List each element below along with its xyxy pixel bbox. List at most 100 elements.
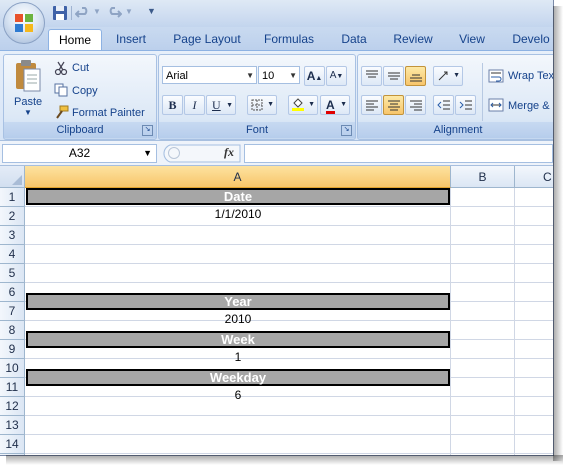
name-box[interactable]: A32 ▼ xyxy=(2,144,157,163)
clipboard-group: Paste ▼ Cut Copy Format Painter Clipboar… xyxy=(3,54,157,140)
cell-a8[interactable]: 2010 xyxy=(26,312,450,326)
align-right-button[interactable] xyxy=(405,95,426,115)
clipboard-launcher-icon[interactable]: ↘ xyxy=(142,125,153,136)
office-button[interactable] xyxy=(3,2,45,44)
align-middle-button[interactable] xyxy=(383,66,404,86)
tab-page-layout[interactable]: Page Layout xyxy=(168,29,246,50)
cell-a11[interactable]: Weekday xyxy=(26,369,450,386)
row-header[interactable]: 4 xyxy=(0,245,25,264)
excel-window: ▼ ▼ ▼ Home Insert Page Layout Formulas D… xyxy=(0,0,554,456)
row-header[interactable]: 6 xyxy=(0,283,25,302)
borders-dropdown-icon[interactable]: ▼ xyxy=(267,96,274,114)
window-shadow-bottom xyxy=(6,455,563,465)
merge-center-button[interactable]: Merge & xyxy=(508,100,550,112)
wrap-text-button[interactable]: Wrap Tex xyxy=(508,70,553,82)
font-name-combo[interactable]: Arial ▼ xyxy=(162,66,257,84)
row-header[interactable]: 3 xyxy=(0,226,25,245)
cell-a7[interactable]: Year xyxy=(26,293,450,310)
italic-button[interactable]: I xyxy=(184,95,205,115)
paste-button[interactable]: Paste xyxy=(14,96,42,108)
row-header[interactable]: 12 xyxy=(0,397,25,416)
tab-view[interactable]: View xyxy=(452,29,492,50)
font-launcher-icon[interactable]: ↘ xyxy=(341,125,352,136)
row-header[interactable]: 13 xyxy=(0,416,25,435)
resize-handle-icon[interactable] xyxy=(168,147,180,159)
align-top-icon xyxy=(366,70,378,78)
cut-icon[interactable] xyxy=(54,61,68,75)
copy-icon[interactable] xyxy=(54,83,69,97)
fill-color-button[interactable]: ▼ xyxy=(288,95,318,115)
align-top-button[interactable] xyxy=(361,66,382,86)
grow-font-button[interactable]: A▲ xyxy=(304,66,325,86)
cut-button[interactable]: Cut xyxy=(72,62,89,74)
shrink-font-button[interactable]: A▼ xyxy=(326,66,347,86)
align-left-button[interactable] xyxy=(361,95,382,115)
wrap-text-icon[interactable] xyxy=(488,69,504,83)
decrease-indent-button[interactable] xyxy=(433,95,454,115)
align-left-icon xyxy=(366,100,378,111)
name-box-dropdown-icon[interactable]: ▼ xyxy=(143,145,152,162)
save-icon[interactable] xyxy=(52,5,68,21)
format-painter-button[interactable]: Format Painter xyxy=(72,107,145,119)
row-header[interactable]: 2 xyxy=(0,207,25,226)
row-header[interactable]: 8 xyxy=(0,321,25,340)
undo-icon[interactable] xyxy=(75,5,91,21)
font-size-dropdown-icon[interactable]: ▼ xyxy=(289,67,297,85)
formula-input[interactable] xyxy=(244,144,553,163)
row-header[interactable]: 10 xyxy=(0,359,25,378)
column-header-b[interactable]: B xyxy=(451,166,515,188)
fill-color-dropdown-icon[interactable]: ▼ xyxy=(308,96,315,114)
tab-developer[interactable]: Develo xyxy=(506,29,553,50)
font-name-dropdown-icon[interactable]: ▼ xyxy=(246,67,254,85)
customize-qat-icon[interactable]: ▼ xyxy=(147,6,156,16)
copy-button[interactable]: Copy xyxy=(72,85,98,97)
font-color-dropdown-icon[interactable]: ▼ xyxy=(340,96,347,114)
orientation-button[interactable]: ▼ xyxy=(433,66,463,86)
font-size-combo[interactable]: 10 ▼ xyxy=(258,66,300,84)
column-header-a[interactable]: A xyxy=(25,166,451,188)
alignment-divider xyxy=(482,63,483,121)
formula-buttons: fx xyxy=(160,144,242,163)
align-bottom-button[interactable] xyxy=(405,66,426,86)
row-header[interactable]: 7 xyxy=(0,302,25,321)
row-header[interactable]: 14 xyxy=(0,435,25,454)
redo-dropdown-icon[interactable]: ▼ xyxy=(125,7,133,16)
cell-a9[interactable]: Week xyxy=(26,331,450,348)
undo-dropdown-icon[interactable]: ▼ xyxy=(93,7,101,16)
tab-insert[interactable]: Insert xyxy=(108,29,154,50)
insert-function-icon[interactable]: fx xyxy=(224,145,234,160)
merge-center-icon[interactable] xyxy=(488,98,504,112)
cell-a10[interactable]: 1 xyxy=(26,350,450,364)
borders-button[interactable]: ▼ xyxy=(247,95,277,115)
paste-dropdown-icon[interactable]: ▼ xyxy=(24,108,32,117)
row-header[interactable]: 1 xyxy=(0,188,25,207)
cell-a12[interactable]: 6 xyxy=(26,388,450,402)
tab-formulas[interactable]: Formulas xyxy=(258,29,320,50)
tab-data[interactable]: Data xyxy=(334,29,374,50)
underline-dropdown-icon[interactable]: ▼ xyxy=(226,96,233,114)
underline-label: U xyxy=(212,98,221,112)
ribbon-tabs: Home Insert Page Layout Formulas Data Re… xyxy=(0,27,553,52)
font-color-button[interactable]: A ▼ xyxy=(320,95,350,115)
row-header[interactable]: 9 xyxy=(0,340,25,359)
worksheet-grid[interactable]: A B C 123456789101112131415 Date 1/1/201… xyxy=(0,166,553,455)
office-logo-icon xyxy=(15,14,33,32)
tab-home[interactable]: Home xyxy=(48,29,102,52)
align-center-button[interactable] xyxy=(383,95,404,115)
underline-button[interactable]: U ▼ xyxy=(206,95,236,115)
bold-button[interactable]: B xyxy=(162,95,183,115)
paste-icon[interactable] xyxy=(14,59,42,93)
select-all-corner[interactable] xyxy=(0,166,25,188)
column-header-c[interactable]: C xyxy=(515,166,553,188)
increase-indent-button[interactable] xyxy=(455,95,476,115)
row-header[interactable]: 5 xyxy=(0,264,25,283)
shrink-arrow-icon: ▼ xyxy=(336,73,344,80)
format-painter-icon[interactable] xyxy=(54,105,69,119)
cell-a1[interactable]: Date xyxy=(26,188,450,205)
tab-review[interactable]: Review xyxy=(388,29,438,50)
cell-a2[interactable]: 1/1/2010 xyxy=(26,207,450,221)
orientation-dropdown-icon[interactable]: ▼ xyxy=(453,67,460,85)
row-header[interactable]: 11 xyxy=(0,378,25,397)
redo-icon[interactable] xyxy=(106,5,122,21)
align-middle-icon xyxy=(388,72,400,80)
